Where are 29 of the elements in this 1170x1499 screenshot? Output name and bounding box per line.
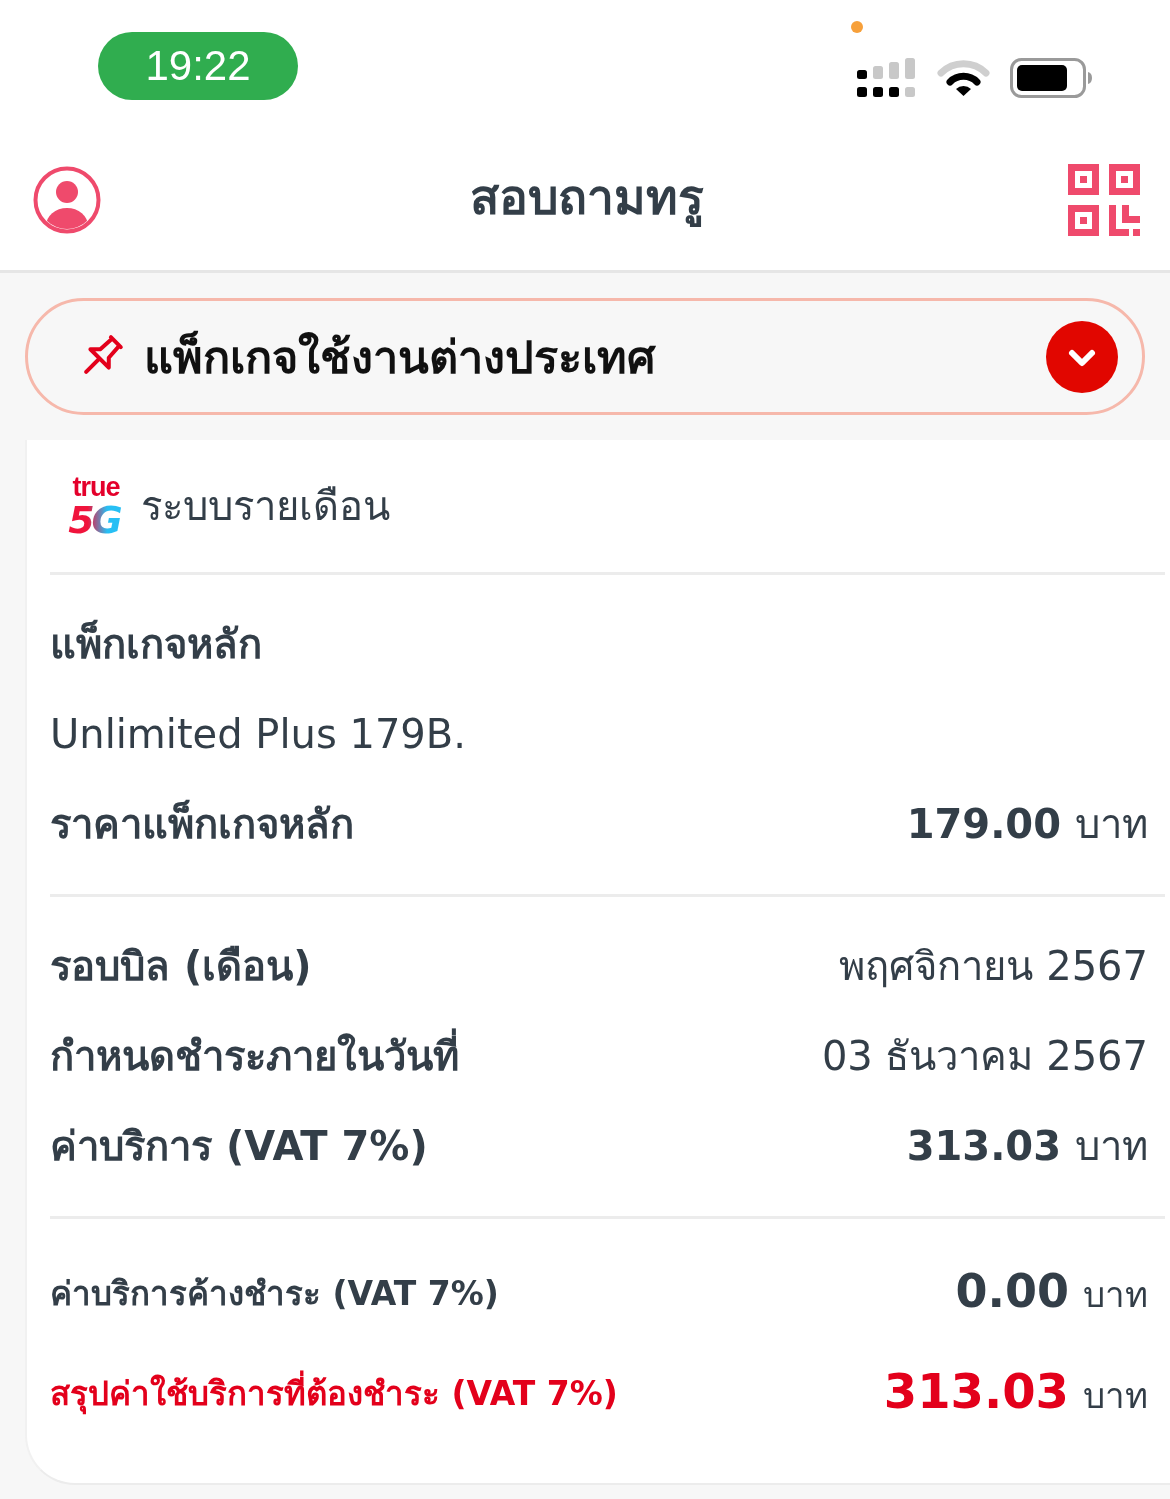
battery-icon bbox=[1010, 58, 1092, 98]
chevron-down-icon[interactable] bbox=[1046, 320, 1118, 393]
wifi-icon bbox=[937, 59, 990, 97]
qr-code-icon[interactable] bbox=[1068, 164, 1140, 236]
clock-pill: 19:22 bbox=[98, 32, 298, 100]
row-label: สรุปค่าใช้บริการที่ต้องชำระ (VAT 7%) bbox=[50, 1366, 618, 1420]
row-value: 03 ธันวาคม 2567 bbox=[821, 1032, 1148, 1081]
currency-unit: บาท bbox=[1075, 800, 1148, 849]
row-label: กำหนดชำระภายในวันที่ bbox=[50, 1024, 459, 1088]
row-value: พฤศจิกายน 2567 bbox=[839, 942, 1148, 991]
section-heading: แพ็กเกจหลัก bbox=[50, 618, 262, 669]
row-label: ค่าบริการ (VAT 7%) bbox=[50, 1122, 428, 1171]
amount-value: 313.03 bbox=[883, 1363, 1069, 1419]
plan-type-text: ระบบรายเดือน bbox=[141, 482, 390, 531]
row-label: ราคาแพ็กเกจหลัก bbox=[50, 798, 354, 849]
row-label: ค่าบริการค้างชำระ (VAT 7%) bbox=[50, 1272, 499, 1315]
package-name: Unlimited Plus 179B. bbox=[50, 711, 466, 757]
page-title: สอบถามทรู bbox=[469, 168, 704, 229]
signal-icon bbox=[857, 58, 917, 98]
profile-icon[interactable] bbox=[33, 166, 101, 234]
currency-unit: บาท bbox=[1083, 1274, 1148, 1317]
indicator-dot-icon bbox=[851, 21, 863, 33]
package-dropdown[interactable]: แพ็กเกจใช้งานต่างประเทศ bbox=[25, 298, 1145, 415]
row-label: รอบบิล (เดือน) bbox=[50, 942, 312, 991]
currency-unit: บาท bbox=[1075, 1122, 1148, 1171]
currency-unit: บาท bbox=[1083, 1375, 1148, 1418]
amount-value: 313.03 bbox=[906, 1123, 1061, 1169]
amount-value: 0.00 bbox=[955, 1264, 1069, 1318]
amount-value: 179.00 bbox=[906, 801, 1061, 847]
